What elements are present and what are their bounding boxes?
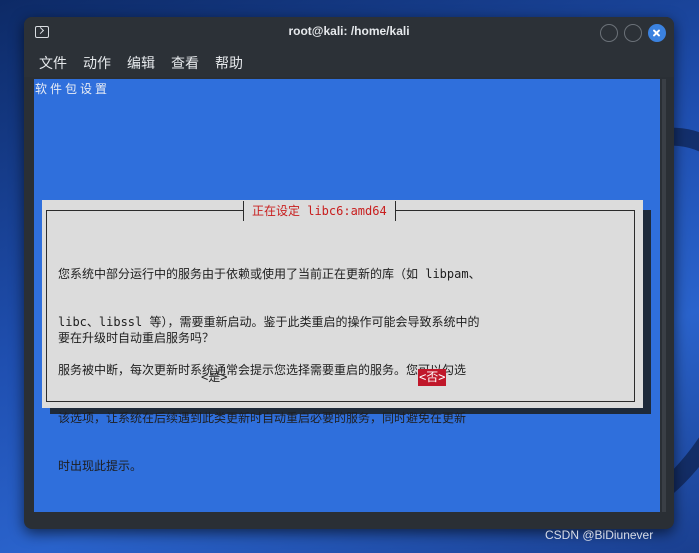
menu-view[interactable]: 查看: [171, 53, 199, 73]
dialog-message: 您系统中部分运行中的服务由于依赖或使用了当前正在更新的库（如 libpam、 l…: [58, 234, 628, 506]
menu-edit[interactable]: 编辑: [127, 53, 155, 73]
titlebar: root@kali: /home/kali: [24, 17, 674, 47]
maximize-button[interactable]: [624, 24, 642, 42]
watermark: CSDN @BiDiunever: [545, 528, 654, 542]
menu-actions[interactable]: 动作: [83, 53, 111, 73]
section-title: 软件包设置: [35, 82, 111, 96]
dialog-title: 正在设定 libc6:amd64: [243, 201, 396, 221]
message-line: 时出现此提示。: [58, 459, 143, 473]
no-button[interactable]: <否>: [418, 369, 447, 386]
menu-file[interactable]: 文件: [39, 53, 67, 73]
menu-help[interactable]: 帮助: [215, 53, 243, 73]
terminal-window: root@kali: /home/kali 文件 动作 编辑 查看 帮助 软件包…: [24, 17, 674, 529]
scrollbar[interactable]: [662, 79, 666, 512]
message-line: 该选项，让系统在后续遇到此类更新时自动重启必要的服务，同时避免在更新: [58, 411, 467, 425]
menubar: 文件 动作 编辑 查看 帮助: [24, 47, 674, 77]
message-line: libc、libssl 等），需要重新启动。鉴于此类重启的操作可能会导致系统中的: [58, 315, 480, 329]
yes-button[interactable]: <是>: [200, 369, 228, 386]
dialog-question: 要在升级时自动重启服务吗？: [58, 331, 215, 345]
config-dialog: 正在设定 libc6:amd64 您系统中部分运行中的服务由于依赖或使用了当前正…: [42, 200, 643, 473]
message-line: 您系统中部分运行中的服务由于依赖或使用了当前正在更新的库（如 libpam、: [58, 267, 481, 281]
close-button[interactable]: [648, 24, 666, 42]
minimize-button[interactable]: [600, 24, 618, 42]
message-line: 服务被中断，每次更新时系统通常会提示您选择需要重启的服务。您可以勾选: [58, 363, 467, 377]
terminal-area[interactable]: 软件包设置 正在设定 libc6:amd64 您系统中部分运行中的服务由于依赖或…: [34, 79, 660, 512]
window-title: root@kali: /home/kali: [288, 24, 410, 38]
